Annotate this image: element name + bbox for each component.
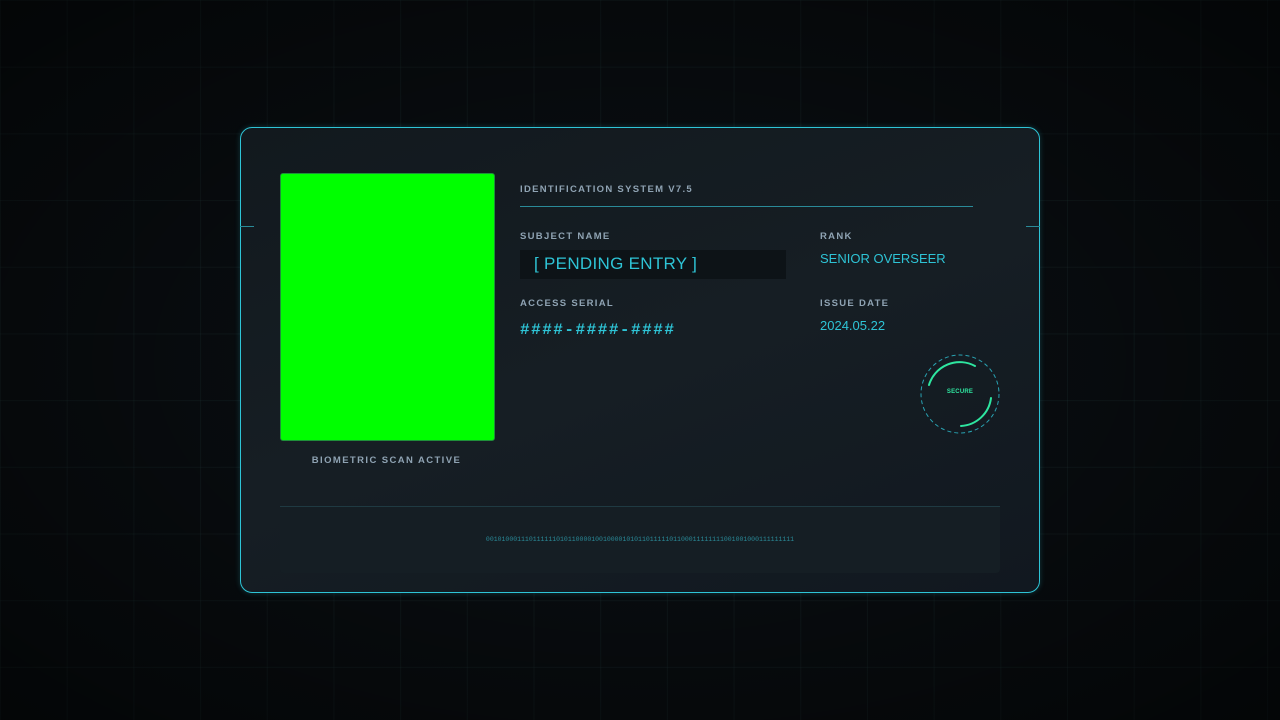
rank-value: SENIOR OVERSEER <box>820 251 946 266</box>
seal-label: SECURE <box>946 389 974 395</box>
issue-date-label: ISSUE DATE <box>820 298 890 309</box>
binary-strip: 0010100011101111110101100001001000010101… <box>485 536 795 543</box>
card-right-tick <box>1026 226 1040 227</box>
access-serial-label: ACCESS SERIAL <box>520 298 614 309</box>
issue-date-value: 2024.05.22 <box>820 318 886 333</box>
access-serial-value: ####-####-#### <box>520 321 676 339</box>
subject-name-value[interactable]: [ PENDING ENTRY ] <box>534 254 697 274</box>
photo-caption: BIOMETRIC SCAN ACTIVE <box>311 455 462 466</box>
title-divider <box>520 206 973 207</box>
system-title: IDENTIFICATION SYSTEM V7.5 <box>520 184 693 195</box>
card-left-tick <box>240 226 254 227</box>
rank-label: RANK <box>820 231 853 242</box>
subject-name-label: SUBJECT NAME <box>520 231 611 242</box>
photo-placeholder[interactable] <box>280 173 495 441</box>
